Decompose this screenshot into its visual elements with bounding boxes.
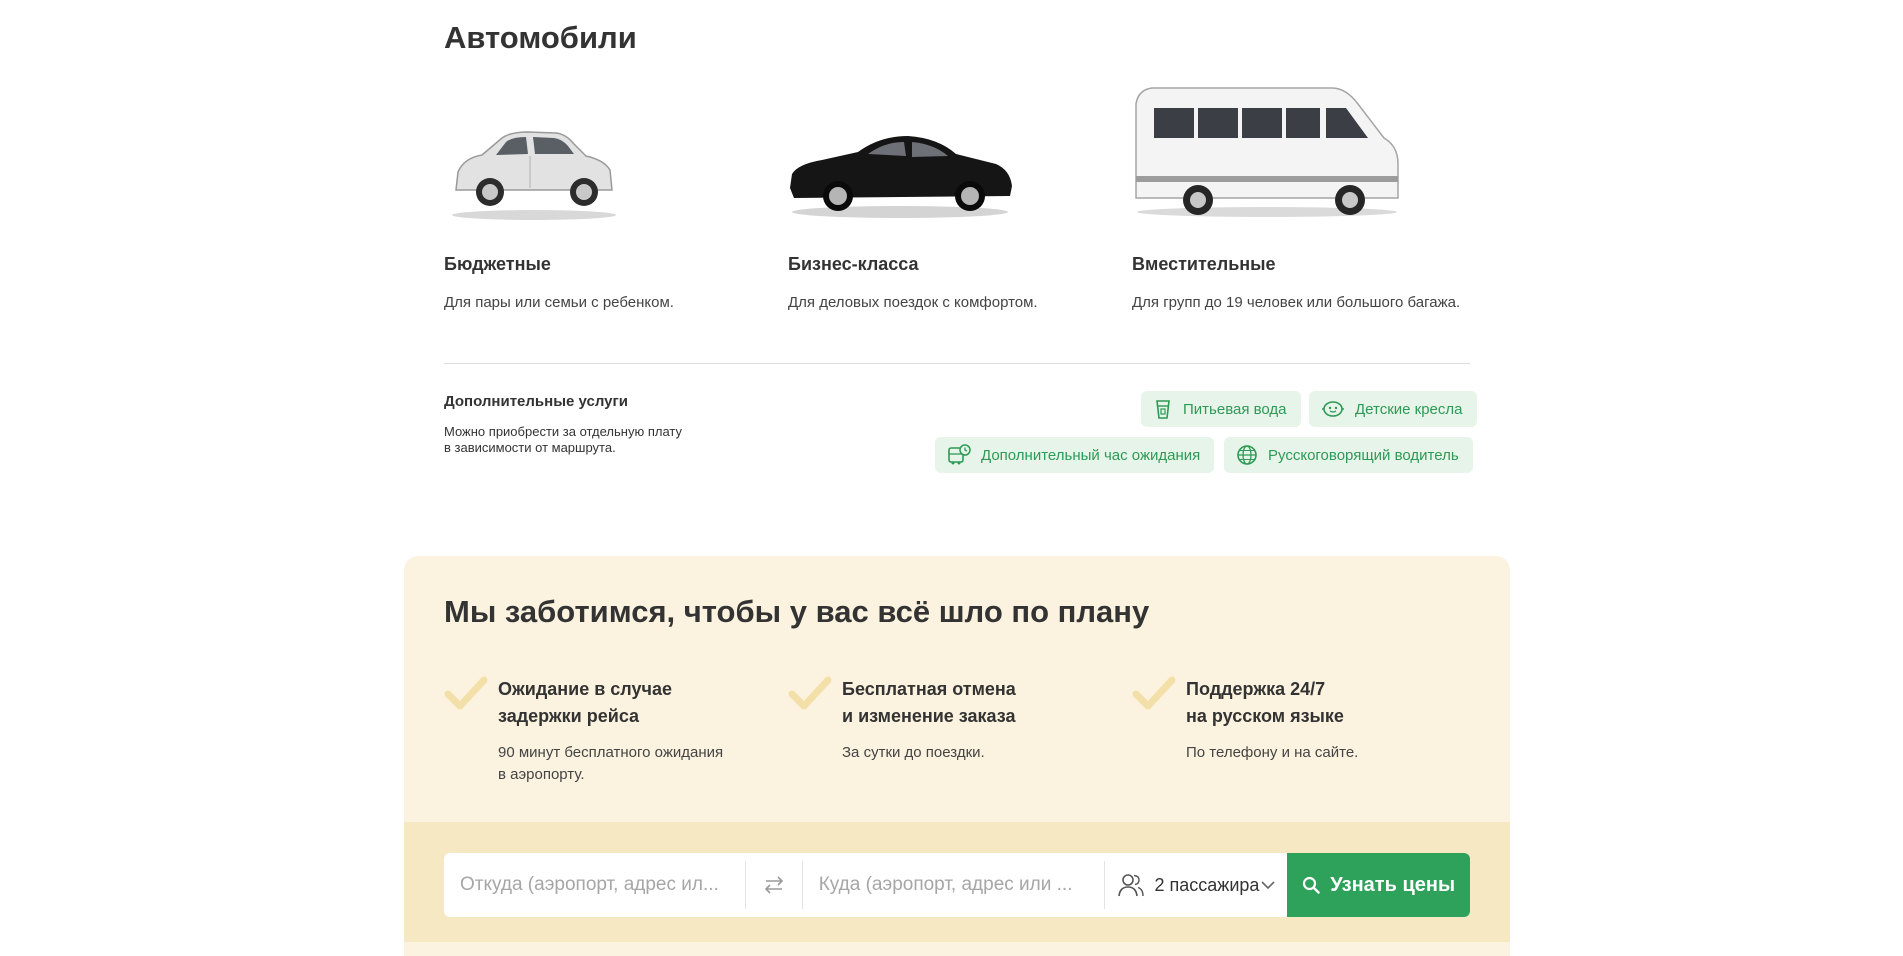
feature-title-line: Поддержка 24/7 — [1186, 679, 1326, 699]
feature-desc-line: 90 минут бесплатного ожидания — [498, 744, 724, 761]
search-form: 2 пассажира Узнать цены — [444, 853, 1470, 917]
budget-car-image — [444, 100, 774, 220]
car-business-desc: Для деловых поездок с комфортом. — [788, 294, 1038, 311]
chip-drinking-water[interactable]: Питьевая вода — [1141, 391, 1301, 427]
divider — [444, 363, 1470, 364]
feature-desc-line: За сутки до поездки. — [842, 744, 985, 761]
passengers-icon — [1117, 874, 1144, 897]
check-icon — [788, 676, 832, 710]
chevron-down-icon — [1261, 881, 1275, 890]
extras-description: Можно приобрести за отдельную плату в за… — [444, 424, 704, 456]
section-title: Автомобили — [444, 20, 637, 55]
feature-desc: 90 минут бесплатного ожидания в аэропорт… — [498, 742, 778, 786]
from-input[interactable] — [444, 853, 745, 917]
car-van-name: Вместительные — [1132, 254, 1276, 274]
feature-desc: За сутки до поездки. — [842, 742, 1122, 764]
find-prices-button[interactable]: Узнать цены — [1287, 853, 1470, 917]
car-budget: Бюджетные Для пары или семьи с ребенком. — [444, 100, 774, 311]
car-types: Бюджетные Для пары или семьи с ребенком.… — [444, 87, 1470, 330]
car-van-desc: Для групп до 19 человек или большого баг… — [1132, 294, 1461, 311]
extras-desc-line2: в зависимости от маршрута. — [444, 440, 616, 455]
care-title: Мы заботимся, чтобы у вас всё шло по пла… — [444, 594, 1150, 629]
check-icon — [444, 676, 488, 710]
to-input[interactable] — [802, 853, 1104, 917]
feature-desc: По телефону и на сайте. — [1186, 742, 1466, 764]
chip-drinking-water-label: Питьевая вода — [1183, 400, 1287, 418]
feature-title: Ожидание в случае задержки рейса — [498, 676, 778, 730]
chip-russian-driver[interactable]: Русскоговорящий водитель — [1224, 437, 1473, 473]
car-business: Бизнес-класса Для деловых поездок с комф… — [788, 100, 1118, 311]
car-business-name: Бизнес-класса — [788, 254, 919, 274]
extras-title: Дополнительные услуги — [444, 393, 628, 410]
passengers-value: 2 пассажира — [1154, 874, 1260, 895]
search-icon — [1303, 876, 1320, 894]
child-seat-icon — [1322, 401, 1344, 417]
chip-child-seats[interactable]: Детские кресла — [1309, 391, 1477, 427]
extras-desc-line1: Можно приобрести за отдельную плату — [444, 424, 682, 439]
chip-russian-driver-label: Русскоговорящий водитель — [1268, 446, 1459, 464]
feature-title: Бесплатная отмена и изменение заказа — [842, 676, 1122, 730]
feature-title-line: и изменение заказа — [842, 706, 1016, 726]
find-prices-label: Узнать цены — [1330, 873, 1456, 896]
feature-desc-line: По телефону и на сайте. — [1186, 744, 1359, 761]
globe-icon — [1237, 445, 1257, 465]
business-car-image — [788, 100, 1118, 220]
feature-desc-line: в аэропорту. — [498, 766, 585, 783]
feature-title-line: Бесплатная отмена — [842, 679, 1016, 699]
feature-title-line: задержки рейса — [498, 706, 640, 726]
swap-arrows-icon — [764, 876, 783, 894]
water-cup-icon — [1156, 400, 1170, 419]
swap-button[interactable] — [746, 853, 802, 917]
car-budget-desc: Для пары или семьи с ребенком. — [444, 294, 674, 311]
chip-child-seats-label: Детские кресла — [1355, 400, 1463, 418]
waiting-bus-icon — [948, 444, 971, 465]
van-image — [1132, 80, 1462, 217]
feature-title-line: Ожидание в случае — [498, 679, 672, 699]
passengers-select[interactable]: 2 пассажира — [1105, 853, 1288, 917]
feature-title: Поддержка 24/7 на русском языке — [1186, 676, 1466, 730]
check-icon — [1132, 676, 1176, 710]
car-budget-name: Бюджетные — [444, 254, 551, 274]
chip-extra-waiting-hour[interactable]: Дополнительный час ожидания — [935, 437, 1215, 473]
feature-title-line: на русском языке — [1186, 706, 1344, 726]
chip-extra-waiting-hour-label: Дополнительный час ожидания — [981, 446, 1201, 464]
car-van: Вместительные Для групп до 19 человек ил… — [1132, 87, 1462, 311]
